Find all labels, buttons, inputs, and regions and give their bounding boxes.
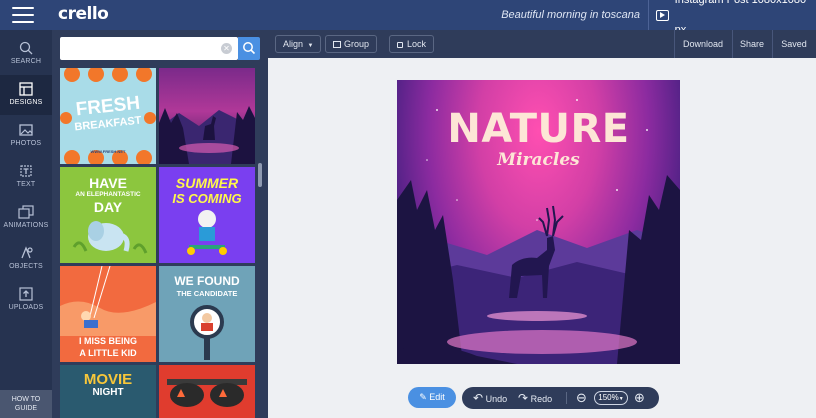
template-elephant-day[interactable]: HAVE AN ELEPHANTASTIC DAY — [60, 167, 156, 263]
template-sunglasses[interactable] — [159, 365, 255, 418]
animation-icon — [18, 205, 34, 219]
zoom-level: 150% — [598, 393, 619, 402]
undo-label: Undo — [485, 394, 508, 404]
design-canvas[interactable]: NATURE Miracles — [397, 80, 680, 364]
template-footer: WWW.FRESH.NET — [90, 149, 126, 154]
rail-label: UPLOADS — [8, 304, 44, 311]
guide-label-line2: GUIDE — [14, 405, 38, 412]
upload-icon — [19, 287, 33, 301]
template-title: I MISS BEING — [78, 336, 137, 346]
chevron-down-icon: ▼ — [618, 396, 624, 402]
lock-icon — [397, 42, 403, 48]
search-icon — [19, 41, 33, 55]
menu-icon[interactable] — [12, 7, 34, 23]
group-label: Group — [344, 39, 370, 49]
share-button[interactable]: Share — [732, 30, 772, 58]
template-little-kid[interactable]: I MISS BEING A LITTLE KID — [60, 266, 156, 362]
rail-label: TEXT — [16, 181, 36, 188]
zoom-out-icon[interactable]: ⊖ — [576, 387, 587, 409]
rail-label: OBJECTS — [9, 263, 43, 270]
history-zoom-bar: ↶ Undo ↷ Redo ⊖ 150%▼ ⊕ — [462, 387, 659, 409]
chevron-down-icon: ▼ — [307, 43, 314, 49]
align-button[interactable]: Align ▼ — [275, 35, 322, 53]
rail-item-uploads[interactable]: UPLOADS — [0, 280, 52, 320]
guide-label-line1: HOW TO — [11, 396, 41, 403]
undo-button[interactable]: ↶ Undo — [473, 387, 507, 409]
app-logo[interactable]: crello — [58, 4, 109, 24]
rail-label: SEARCH — [10, 58, 42, 65]
rail-label: DESIGNS — [9, 99, 43, 106]
divider — [648, 0, 649, 30]
rail-label: PHOTOS — [10, 140, 42, 147]
elephant-illustration — [72, 221, 148, 254]
template-fresh-breakfast[interactable]: FRESH BREAKFAST WWW.FRESH.NET — [60, 68, 156, 164]
divider — [566, 392, 567, 404]
rail-item-objects[interactable]: OBJECTS — [0, 239, 52, 279]
lock-label: Lock — [407, 39, 427, 49]
magnifier-illustration — [190, 305, 224, 360]
pencil-icon: ✎ — [419, 392, 427, 402]
template-movie-night[interactable]: MOVIE NIGHT — [60, 365, 156, 418]
rail-item-text[interactable]: TEXT — [0, 157, 52, 197]
image-icon — [19, 124, 33, 136]
template-summer-coming[interactable]: SUMMER IS COMING — [159, 167, 255, 263]
undo-icon: ↶ — [473, 391, 484, 405]
search-box: ✕ — [60, 37, 238, 60]
deer-landscape-illustration — [159, 106, 255, 164]
download-button[interactable]: Download — [674, 30, 732, 58]
rail-item-designs[interactable]: DESIGNS — [0, 75, 52, 115]
redo-button[interactable]: ↷ Redo — [518, 387, 552, 409]
search-input[interactable] — [60, 37, 220, 60]
redo-icon: ↷ — [518, 391, 529, 405]
how-to-guide-button[interactable]: HOW TO GUIDE — [0, 390, 52, 418]
template-subtitle: NIGHT — [92, 387, 124, 398]
top-bar: crello Beautiful morning in toscana Inst… — [0, 0, 816, 36]
search-button[interactable] — [238, 37, 260, 60]
panel-scrollbar[interactable] — [258, 163, 262, 187]
template-title: MOVIE — [83, 371, 133, 388]
format-button[interactable]: Instagram Post 1080x1080 px — [656, 0, 816, 36]
clear-search-icon[interactable]: ✕ — [221, 43, 232, 54]
scooter-illustration — [187, 210, 227, 255]
redo-label: Redo — [530, 394, 553, 404]
lock-button[interactable]: Lock — [389, 35, 435, 53]
rail-item-search[interactable]: SEARCH — [0, 34, 52, 74]
sunglasses-illustration — [167, 379, 247, 407]
canvas-subtitle[interactable]: Miracles — [397, 150, 680, 170]
edit-label: Edit — [429, 392, 445, 402]
edit-button[interactable]: ✎ Edit — [408, 387, 456, 408]
document-name[interactable]: Beautiful morning in toscana — [480, 0, 640, 30]
group-icon — [333, 41, 341, 48]
rail-label: ANIMATIONS — [3, 222, 49, 229]
canvas-title[interactable]: NATURE — [397, 106, 680, 152]
align-label: Align — [283, 39, 304, 49]
video-play-icon — [656, 9, 669, 21]
template-subtitle: A LITTLE KID — [79, 348, 137, 358]
search-icon — [243, 42, 256, 55]
zoom-in-icon[interactable]: ⊕ — [634, 387, 645, 409]
template-found-candidate[interactable]: WE FOUND THE CANDIDATE — [159, 266, 255, 362]
saved-status: Saved — [781, 39, 807, 49]
shapes-icon — [21, 246, 33, 259]
rail-item-photos[interactable]: PHOTOS — [0, 116, 52, 156]
template-deer-night[interactable] — [159, 68, 255, 164]
zoom-select[interactable]: 150%▼ — [594, 391, 628, 405]
text-icon — [20, 165, 32, 177]
left-rail: SEARCH DESIGNS PHOTOS TEXT ANIMATIONS OB… — [0, 30, 52, 418]
rail-item-animations[interactable]: ANIMATIONS — [0, 198, 52, 238]
editor-toolbar: Align ▼ Group Lock Download Share Saved — [268, 30, 816, 58]
layout-icon — [19, 82, 33, 96]
group-button[interactable]: Group — [325, 35, 378, 53]
